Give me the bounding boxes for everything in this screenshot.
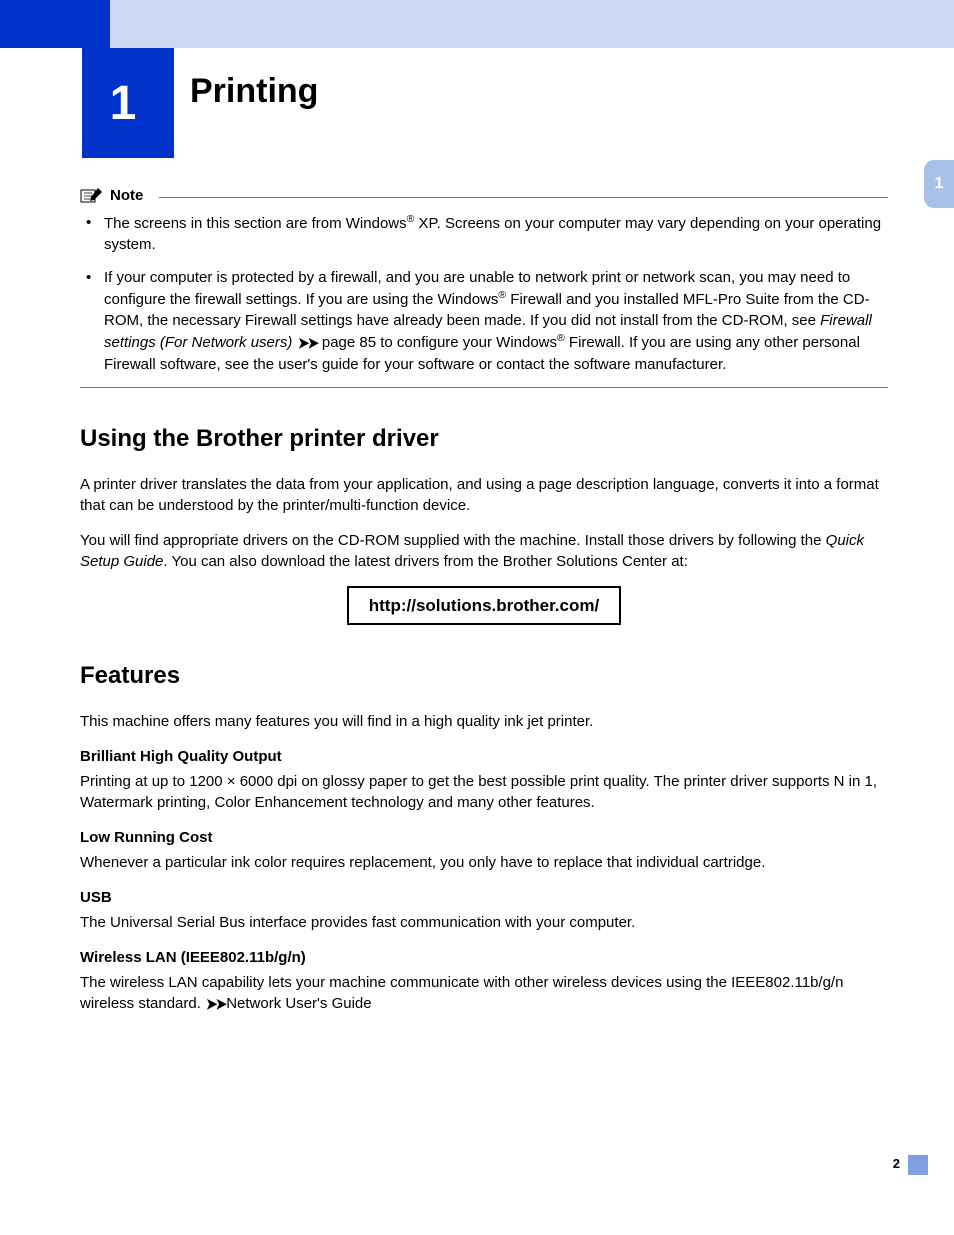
feature-4-pre: The wireless LAN capability lets your ma… [80, 974, 843, 1012]
feature-4-body: The wireless LAN capability lets your ma… [80, 972, 888, 1015]
note-pencil-icon [80, 186, 104, 206]
page-number: 2 [893, 1156, 900, 1171]
note-2-sup1: ® [498, 289, 506, 301]
solutions-url-box[interactable]: http://solutions.brother.com/ [347, 586, 621, 626]
note-1-pre: The screens in this section are from Win… [104, 215, 407, 232]
feature-2-body: Whenever a particular ink color requires… [80, 852, 888, 873]
feature-1-body: Printing at up to 1200 × 6000 dpi on glo… [80, 771, 888, 813]
driver-p2b: . You can also download the latest drive… [163, 553, 687, 570]
header-strip [0, 0, 110, 48]
chapter-number: 1 [110, 76, 137, 131]
chapter-title: Printing [190, 72, 318, 111]
note-rule [159, 197, 888, 198]
section-heading-driver: Using the Brother printer driver [80, 422, 888, 456]
note-2-arrows-icon: ➤➤ [298, 333, 317, 354]
features-intro: This machine offers many features you wi… [80, 711, 888, 732]
side-tab: 1 [924, 160, 954, 208]
solutions-url: http://solutions.brother.com/ [369, 596, 599, 615]
feature-3-body: The Universal Serial Bus interface provi… [80, 912, 888, 933]
note-list: The screens in this section are from Win… [80, 212, 888, 375]
feature-4-arrows-icon: ➤➤ [206, 994, 225, 1015]
chapter-number-block: 1 [82, 48, 174, 158]
driver-p2a: You will find appropriate drivers on the… [80, 532, 826, 549]
header-band [110, 0, 954, 48]
side-tab-label: 1 [935, 175, 944, 193]
feature-4-head: Wireless LAN (IEEE802.11b/g/n) [80, 947, 888, 968]
note-item-1: The screens in this section are from Win… [100, 212, 888, 255]
page-body: Note The screens in this section are fro… [80, 185, 888, 1029]
note-item-2: If your computer is protected by a firew… [100, 267, 888, 375]
feature-3-head: USB [80, 887, 888, 908]
feature-2-head: Low Running Cost [80, 827, 888, 848]
note-header: Note [80, 185, 888, 206]
feature-4-post: Network User's Guide [226, 995, 371, 1012]
note-2-l3: page 85 to configure your Windows [318, 334, 557, 351]
page-number-bar [908, 1155, 928, 1175]
note-2-sup2: ® [557, 332, 565, 344]
driver-p2: You will find appropriate drivers on the… [80, 530, 888, 572]
note-end-rule [80, 387, 888, 388]
note-label: Note [110, 185, 143, 206]
section-heading-features: Features [80, 659, 888, 693]
url-box-wrap: http://solutions.brother.com/ [80, 586, 888, 626]
driver-p1: A printer driver translates the data fro… [80, 474, 888, 516]
feature-1-head: Brilliant High Quality Output [80, 746, 888, 767]
